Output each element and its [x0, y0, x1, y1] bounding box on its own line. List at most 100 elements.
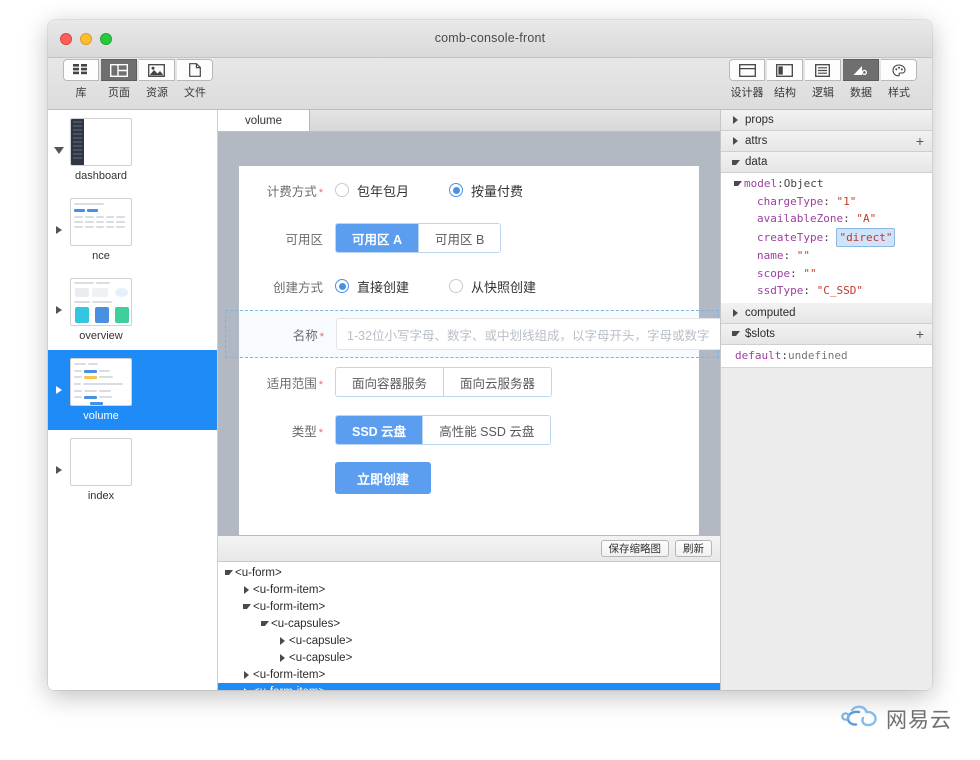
- section-disclosure[interactable]: [729, 116, 742, 124]
- form-field-name: 1-32位小写字母、数字、或中划线组成，以字母开头，字母或数字: [336, 318, 720, 350]
- toolbar-button-pages[interactable]: 页面: [100, 58, 138, 100]
- page-disclosure-overview[interactable]: [48, 306, 70, 314]
- page-disclosure-nce[interactable]: [48, 226, 70, 234]
- required-marker: *: [318, 426, 323, 439]
- slot-default-row[interactable]: default: undefined: [721, 347, 932, 365]
- inspector-section-slots[interactable]: $slots +: [721, 323, 932, 345]
- slots-section-body: default: undefined: [721, 344, 932, 367]
- prop-value[interactable]: "1": [836, 193, 856, 211]
- page-disclosure-dashboard[interactable]: [48, 146, 70, 154]
- prop-value[interactable]: "": [797, 247, 810, 265]
- inspector-section-attrs[interactable]: attrs +: [721, 131, 932, 152]
- tree-disclosure[interactable]: [240, 670, 253, 679]
- tree-row[interactable]: <u-form-item>: [218, 666, 720, 683]
- tree-tag: <u-form-item>: [253, 600, 326, 613]
- capsule-zone-a[interactable]: 可用区 A: [336, 224, 420, 252]
- page-thumbnail: [70, 118, 132, 166]
- create-now-button[interactable]: 立即创建: [335, 462, 432, 494]
- slot-sep: :: [781, 348, 788, 362]
- label-text: 计费方式: [266, 184, 317, 199]
- capsule-zone-b[interactable]: 可用区 B: [419, 224, 501, 252]
- refresh-button[interactable]: 刷新: [675, 540, 712, 557]
- tree-row[interactable]: <u-capsules>: [218, 615, 720, 632]
- tree-row[interactable]: <u-form-item>: [218, 598, 720, 615]
- tree-row[interactable]: <u-form-item>: [218, 581, 720, 598]
- radio-group-charge-type: 包年包月 按量付费: [335, 181, 523, 200]
- name-input[interactable]: 1-32位小写字母、数字、或中划线组成，以字母开头，字母或数字: [336, 318, 720, 350]
- prop-sep: :: [843, 212, 857, 225]
- page-disclosure-index[interactable]: [48, 466, 70, 474]
- window-title: comb-console-front: [434, 31, 546, 45]
- prop-value[interactable]: "A": [856, 210, 876, 228]
- form-row-name-selected[interactable]: 名称 * 1-32位小写字母、数字、或中划线组成，以字母开头，字母或数字: [225, 310, 720, 358]
- data-prop-row[interactable]: name: "": [721, 247, 932, 265]
- tree-disclosure[interactable]: [276, 653, 289, 662]
- capsule-high-perf-ssd[interactable]: 高性能 SSD 云盘: [423, 416, 551, 444]
- tree-disclosure[interactable]: [240, 687, 253, 690]
- data-prop-row[interactable]: ssdType: "C_SSD": [721, 282, 932, 300]
- section-disclosure[interactable]: [729, 137, 742, 145]
- capsule-ssd[interactable]: SSD 云盘: [336, 416, 424, 444]
- chevron-down-icon: [224, 570, 233, 575]
- tree-body[interactable]: <u-form> <u-form-item> <u-form-item> <u-…: [218, 562, 720, 690]
- tree-disclosure[interactable]: [240, 585, 253, 594]
- radio-dot-icon: [449, 279, 464, 293]
- toolbar-button-file[interactable]: 文件: [176, 58, 214, 100]
- data-model-row[interactable]: model: Object: [721, 175, 932, 193]
- page-item-volume[interactable]: volume: [48, 350, 217, 430]
- data-prop-row-selected[interactable]: createType: "direct": [721, 227, 932, 247]
- prop-sep: :: [803, 284, 817, 297]
- tree-tag: <u-form-item>: [253, 686, 325, 691]
- inspector-section-props[interactable]: props: [721, 110, 932, 131]
- add-slot-icon[interactable]: +: [916, 327, 924, 341]
- tree-row[interactable]: <u-capsule>: [218, 649, 720, 666]
- toolbar-button-style[interactable]: 样式: [880, 58, 918, 100]
- required-marker: *: [319, 330, 324, 343]
- section-disclosure[interactable]: [729, 331, 742, 336]
- prop-value[interactable]: "C_SSD": [817, 282, 863, 300]
- tree-disclosure[interactable]: [222, 570, 235, 575]
- chevron-right-icon: [280, 636, 285, 645]
- page-disclosure-volume[interactable]: [48, 386, 70, 394]
- capsule-scope-container[interactable]: 面向容器服务: [336, 368, 445, 396]
- inspector-section-data[interactable]: data: [721, 152, 932, 173]
- section-disclosure[interactable]: [729, 159, 742, 165]
- inspector-section-computed[interactable]: computed: [721, 302, 932, 324]
- pages-sidebar[interactable]: dashboard nce overview volume index: [48, 110, 218, 690]
- toolbar-button-data[interactable]: 数据: [842, 58, 880, 100]
- data-prop-row[interactable]: chargeType: "1": [721, 193, 932, 211]
- page-item-dashboard[interactable]: dashboard: [48, 110, 217, 190]
- tree-row[interactable]: <u-capsule>: [218, 632, 720, 649]
- save-thumbnail-button[interactable]: 保存缩略图: [600, 540, 669, 557]
- prop-value[interactable]: "": [803, 265, 816, 283]
- tree-disclosure[interactable]: [258, 621, 271, 626]
- toolbar-button-structure[interactable]: 结构: [766, 58, 804, 100]
- radio-from-snapshot[interactable]: 从快照创建: [449, 277, 536, 296]
- tree-disclosure[interactable]: [240, 604, 253, 609]
- toolbar-button-library[interactable]: 库: [62, 58, 100, 100]
- page-item-index[interactable]: index: [48, 430, 217, 510]
- radio-direct-create[interactable]: 直接创建: [335, 277, 409, 296]
- tree-disclosure[interactable]: [276, 636, 289, 645]
- page-item-nce[interactable]: nce: [48, 190, 217, 270]
- tab-volume[interactable]: volume: [218, 110, 310, 131]
- page-item-overview[interactable]: overview: [48, 270, 217, 350]
- chevron-right-icon: [733, 116, 738, 124]
- page-label-nce: nce: [92, 250, 110, 262]
- tree-row-selected[interactable]: <u-form-item>: [218, 683, 720, 690]
- radio-postpaid[interactable]: 按量付费: [449, 181, 523, 200]
- toolbar-button-assets[interactable]: 资源: [138, 58, 176, 100]
- section-disclosure[interactable]: [729, 308, 742, 317]
- data-prop-row[interactable]: scope: "": [721, 265, 932, 283]
- toolbar-button-logic[interactable]: 逻辑: [804, 58, 842, 100]
- prop-key: ssdType: [757, 284, 804, 297]
- add-attr-icon[interactable]: +: [916, 134, 924, 148]
- tree-row[interactable]: <u-form>: [218, 564, 720, 581]
- radio-prepaid[interactable]: 包年包月: [335, 181, 409, 200]
- toolbar-button-designer[interactable]: 设计器: [728, 58, 766, 100]
- data-prop-row[interactable]: availableZone: "A": [721, 210, 932, 228]
- model-disclosure[interactable]: [731, 181, 744, 187]
- design-canvas[interactable]: 计费方式 * 包年包月 按量付费 可用区 可用区 A 可用区 B 创建方式 直接…: [218, 132, 720, 535]
- capsule-scope-cloudserver[interactable]: 面向云服务器: [444, 368, 552, 396]
- prop-value-editing[interactable]: "direct": [836, 227, 896, 247]
